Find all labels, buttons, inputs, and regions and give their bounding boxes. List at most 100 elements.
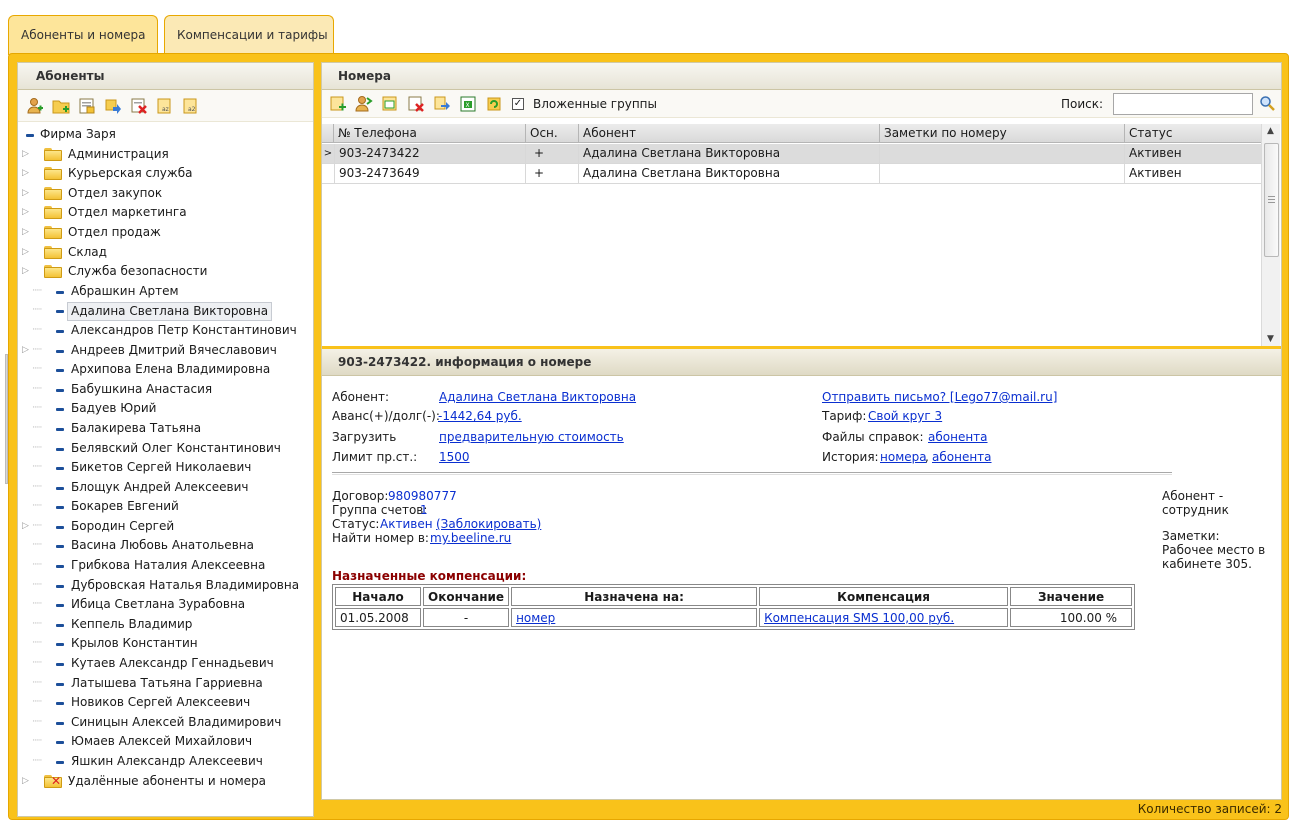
- preliminary-cost-link[interactable]: предварительную стоимость: [439, 430, 624, 444]
- window-splitter[interactable]: [5, 354, 8, 484]
- grid-scrollbar[interactable]: ▲ ▼: [1261, 124, 1280, 346]
- expand-icon[interactable]: ▷: [22, 243, 32, 263]
- tariff-link[interactable]: Свой круг 3: [868, 409, 942, 423]
- tree-subscriber-item[interactable]: ····· Грибкова Наталия Алексеевна: [18, 556, 313, 576]
- tab-subscribers-numbers[interactable]: Абоненты и номера: [8, 15, 158, 55]
- sort-az-icon[interactable]: az: [154, 95, 176, 117]
- tree-group-item[interactable]: ▷ Курьерская служба: [18, 164, 313, 184]
- column-main[interactable]: Осн.: [526, 124, 579, 143]
- column-status[interactable]: Статус: [1125, 124, 1261, 143]
- balance-link[interactable]: -1442,64 руб.: [438, 409, 522, 423]
- tree-subscriber-item[interactable]: ····· Ибица Светлана Зурабовна: [18, 595, 313, 615]
- cell-main[interactable]: +: [526, 164, 579, 183]
- tree-subscriber-item[interactable]: ····· Синицын Алексей Владимирович: [18, 713, 313, 733]
- expand-icon[interactable]: ▷: [22, 203, 32, 223]
- nested-groups-checkbox[interactable]: ✓: [512, 98, 524, 110]
- tree-subscriber-item[interactable]: ····· Бадуев Юрий: [18, 399, 313, 419]
- files-subscriber-link[interactable]: абонента: [928, 430, 988, 444]
- limit-link[interactable]: 1500: [439, 450, 470, 464]
- column-subscriber[interactable]: Абонент: [579, 124, 880, 143]
- tree-subscriber-item[interactable]: ····· Бабушкина Анастасия: [18, 380, 313, 400]
- tree-subscriber-item[interactable]: ····· Юмаев Алексей Михайлович: [18, 732, 313, 752]
- assign-user-icon[interactable]: [354, 93, 374, 115]
- table-row[interactable]: > 903-2473422 + Адалина Светлана Викторо…: [322, 144, 1261, 164]
- tree-subscriber-item[interactable]: ····· Яшкин Александр Алексеевич: [18, 752, 313, 772]
- add-folder-icon[interactable]: [50, 95, 72, 117]
- refresh-icon[interactable]: [484, 93, 504, 115]
- tree-subscriber-item[interactable]: ····· Латышева Татьяна Гарриевна: [18, 674, 313, 694]
- tree-subscriber-item[interactable]: ····· Кутаев Александр Геннадьевич: [18, 654, 313, 674]
- expand-icon[interactable]: ▷: [22, 772, 32, 792]
- block-link[interactable]: (Заблокировать): [436, 517, 541, 531]
- tree-subscriber-item[interactable]: ····· Новиков Сергей Алексеевич: [18, 693, 313, 713]
- add-user-icon[interactable]: [24, 95, 46, 117]
- search-input[interactable]: [1113, 93, 1253, 115]
- tree-subscriber-item[interactable]: ····· Адалина Светлана Викторовна: [18, 301, 313, 321]
- beeline-link[interactable]: my.beeline.ru: [430, 531, 511, 545]
- cell-notes[interactable]: [880, 164, 1125, 183]
- edit-icon[interactable]: [76, 95, 98, 117]
- expand-icon[interactable]: ▷: [22, 145, 32, 165]
- tree-group-item[interactable]: ▷ Отдел закупок: [18, 184, 313, 204]
- tree-group-item[interactable]: ▷ Склад: [18, 243, 313, 263]
- tree-subscriber-item[interactable]: ▷ ····· Андреев Дмитрий Вячеславович: [18, 341, 313, 361]
- tab-compensations-tariffs[interactable]: Компенсации и тарифы: [164, 15, 334, 55]
- transfer-number-icon[interactable]: [432, 93, 452, 115]
- column-notes[interactable]: Заметки по номеру: [880, 124, 1125, 143]
- tree-root-item[interactable]: Фирма Заря: [18, 125, 313, 145]
- move-icon[interactable]: [102, 95, 124, 117]
- cell-main[interactable]: +: [526, 144, 579, 163]
- scroll-up-icon[interactable]: ▲: [1267, 126, 1274, 136]
- tree-subscriber-item[interactable]: ····· Васина Любовь Анатольевна: [18, 536, 313, 556]
- expand-icon[interactable]: ▷: [22, 262, 32, 282]
- tree-item-label: Архипова Елена Владимировна: [71, 362, 271, 377]
- comp-name-link[interactable]: Компенсация SMS 100,00 руб.: [764, 611, 954, 625]
- history-number-link[interactable]: номера: [880, 450, 927, 464]
- sort-za-icon[interactable]: a2: [180, 95, 202, 117]
- tree-subscriber-item[interactable]: ····· Дубровская Наталья Владимировна: [18, 576, 313, 596]
- tree-group-item[interactable]: ▷ Отдел продаж: [18, 223, 313, 243]
- expand-icon[interactable]: ▷: [22, 341, 32, 361]
- tree-subscriber-item[interactable]: ····· Блощук Андрей Алексеевич: [18, 478, 313, 498]
- tree-subscriber-item[interactable]: ····· Бикетов Сергей Николаевич: [18, 458, 313, 478]
- delete-icon[interactable]: [128, 95, 150, 117]
- search-icon[interactable]: [1259, 95, 1275, 111]
- scroll-down-icon[interactable]: ▼: [1267, 334, 1274, 344]
- add-number-icon[interactable]: [328, 93, 348, 115]
- delete-number-icon[interactable]: [406, 93, 426, 115]
- scrollbar-thumb[interactable]: [1264, 143, 1279, 257]
- cell-phone[interactable]: 903-2473649: [334, 164, 526, 183]
- history-subscriber-link[interactable]: абонента: [932, 450, 992, 464]
- edit-number-icon[interactable]: [380, 93, 400, 115]
- tree-group-item[interactable]: ▷ Отдел маркетинга: [18, 203, 313, 223]
- cell-status[interactable]: Активен: [1125, 164, 1261, 183]
- expand-icon[interactable]: ▷: [22, 223, 32, 243]
- comp-assigned-link[interactable]: номер: [516, 611, 555, 625]
- tree-deleted-item[interactable]: ▷ ✕ Удалённые абоненты и номера: [18, 772, 313, 792]
- cell-notes[interactable]: [880, 144, 1125, 163]
- expand-icon[interactable]: ▷: [22, 184, 32, 204]
- subscriber-link[interactable]: Адалина Светлана Викторовна: [439, 390, 636, 404]
- tree-subscriber-item[interactable]: ····· Бокарев Евгений: [18, 497, 313, 517]
- tree-group-item[interactable]: ▷ Администрация: [18, 145, 313, 165]
- table-row[interactable]: 903-2473649 + Адалина Светлана Викторовн…: [322, 164, 1261, 184]
- tree-subscriber-item[interactable]: ····· Архипова Елена Владимировна: [18, 360, 313, 380]
- tree-subscriber-item[interactable]: ····· Абрашкин Артем: [18, 282, 313, 302]
- tree-subscriber-item[interactable]: ····· Белявский Олег Константинович: [18, 439, 313, 459]
- tree-subscriber-item[interactable]: ····· Балакирева Татьяна: [18, 419, 313, 439]
- column-phone[interactable]: № Телефона: [334, 124, 526, 143]
- history-label: История:: [822, 450, 879, 464]
- cell-phone[interactable]: 903-2473422: [334, 144, 526, 163]
- tree-subscriber-item[interactable]: ····· Александров Петр Константинович: [18, 321, 313, 341]
- tree-group-item[interactable]: ▷ Служба безопасности: [18, 262, 313, 282]
- expand-icon[interactable]: ▷: [22, 517, 32, 537]
- tree-subscriber-item[interactable]: ····· Крылов Константин: [18, 634, 313, 654]
- cell-status[interactable]: Активен: [1125, 144, 1261, 163]
- tree-subscriber-item[interactable]: ▷ ····· Бородин Сергей: [18, 517, 313, 537]
- cell-subscriber[interactable]: Адалина Светлана Викторовна: [579, 144, 880, 163]
- export-excel-icon[interactable]: X: [458, 93, 478, 115]
- tree-subscriber-item[interactable]: ····· Кеппель Владимир: [18, 615, 313, 635]
- cell-subscriber[interactable]: Адалина Светлана Викторовна: [579, 164, 880, 183]
- expand-icon[interactable]: ▷: [22, 164, 32, 184]
- send-letter-link[interactable]: Отправить письмо? [Lego77@mail.ru]: [822, 390, 1057, 404]
